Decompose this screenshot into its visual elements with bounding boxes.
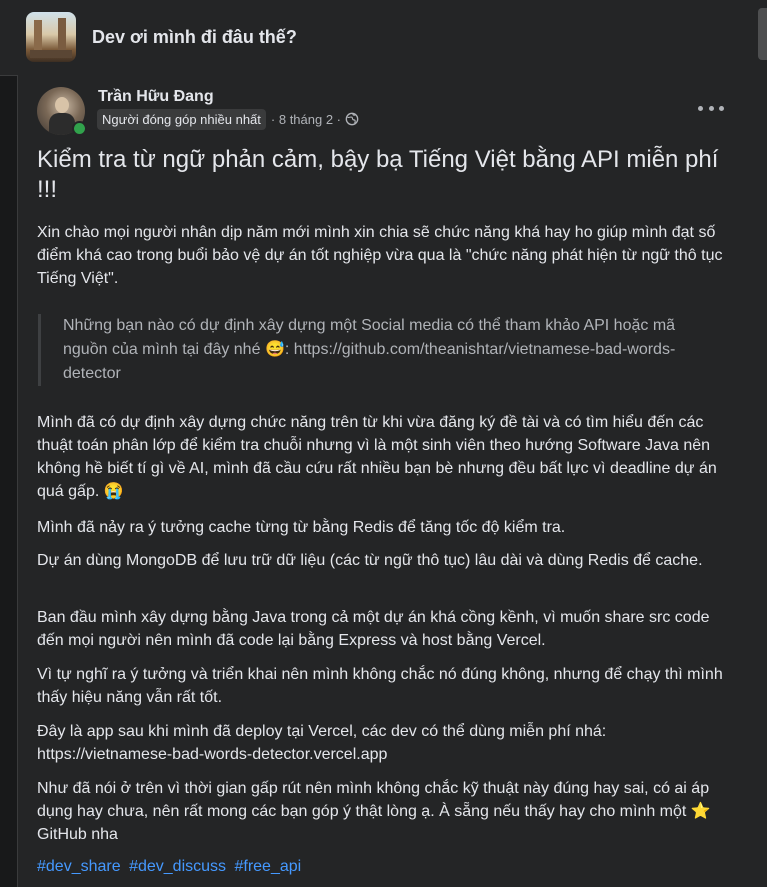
post-intro: Xin chào mọi người nhân dịp năm mới mình… xyxy=(37,224,723,287)
online-status-icon xyxy=(72,121,87,136)
paragraph-1-text: Mình đã có dự định xây dựng chức năng tr… xyxy=(37,414,717,500)
post-quote: Những bạn nào có dự định xây dựng một So… xyxy=(38,314,723,386)
post-time[interactable]: · 8 tháng 2 · xyxy=(271,112,341,127)
post-paragraph-2: Mình đã nảy ra ý tưởng cache từng từ bằn… xyxy=(37,519,566,536)
hashtag-link[interactable]: #free_api xyxy=(234,858,301,875)
star-emoji-icon: ⭐ xyxy=(690,803,711,820)
scrollbar-thumb[interactable] xyxy=(758,8,767,60)
hashtags: #dev_share #dev_discuss #free_api xyxy=(37,856,305,878)
post-paragraph-5: Vì tự nghĩ ra ý tưởng và triển khai nên … xyxy=(37,666,723,706)
group-photo-icon[interactable] xyxy=(26,12,76,62)
post-meta: Người đóng góp nhiều nhất · 8 tháng 2 · xyxy=(97,108,359,130)
hashtag-link[interactable]: #dev_discuss xyxy=(129,858,226,875)
post-paragraph-7: Như đã nói ở trên vì thời gian gấp rút n… xyxy=(37,777,737,846)
post-paragraph-3: Dự án dùng MongoDB để lưu trữ dữ liệu (c… xyxy=(37,552,703,569)
post-paragraph-4: Ban đầu mình xây dựng bằng Java trong cả… xyxy=(37,609,710,649)
group-header: Dev ơi mình đi đâu thế? xyxy=(0,0,767,76)
crying-emoji-icon: 😭 xyxy=(103,483,124,500)
paragraph-7-end: GitHub nha xyxy=(37,826,118,843)
author-name[interactable]: Trần Hữu Đang xyxy=(98,88,214,106)
post-card: Trần Hữu Đang Người đóng góp nhiều nhất … xyxy=(17,75,767,887)
group-title[interactable]: Dev ơi mình đi đâu thế? xyxy=(92,27,297,48)
sweat-smile-emoji-icon: 😅 xyxy=(264,341,285,358)
post-title: Kiểm tra từ ngữ phản cảm, bậy bạ Tiếng V… xyxy=(37,146,719,203)
globe-icon xyxy=(345,112,359,126)
more-options-icon[interactable] xyxy=(698,98,724,118)
hashtag-link[interactable]: #dev_share xyxy=(37,858,121,875)
paragraph-7-text: Như đã nói ở trên vì thời gian gấp rút n… xyxy=(37,780,710,820)
contributor-badge[interactable]: Người đóng góp nhiều nhất xyxy=(97,108,266,130)
post-paragraph-1: Mình đã có dự định xây dựng chức năng tr… xyxy=(37,411,737,503)
post-paragraph-6: Đây là app sau khi mình đã deploy tại Ve… xyxy=(37,723,607,763)
